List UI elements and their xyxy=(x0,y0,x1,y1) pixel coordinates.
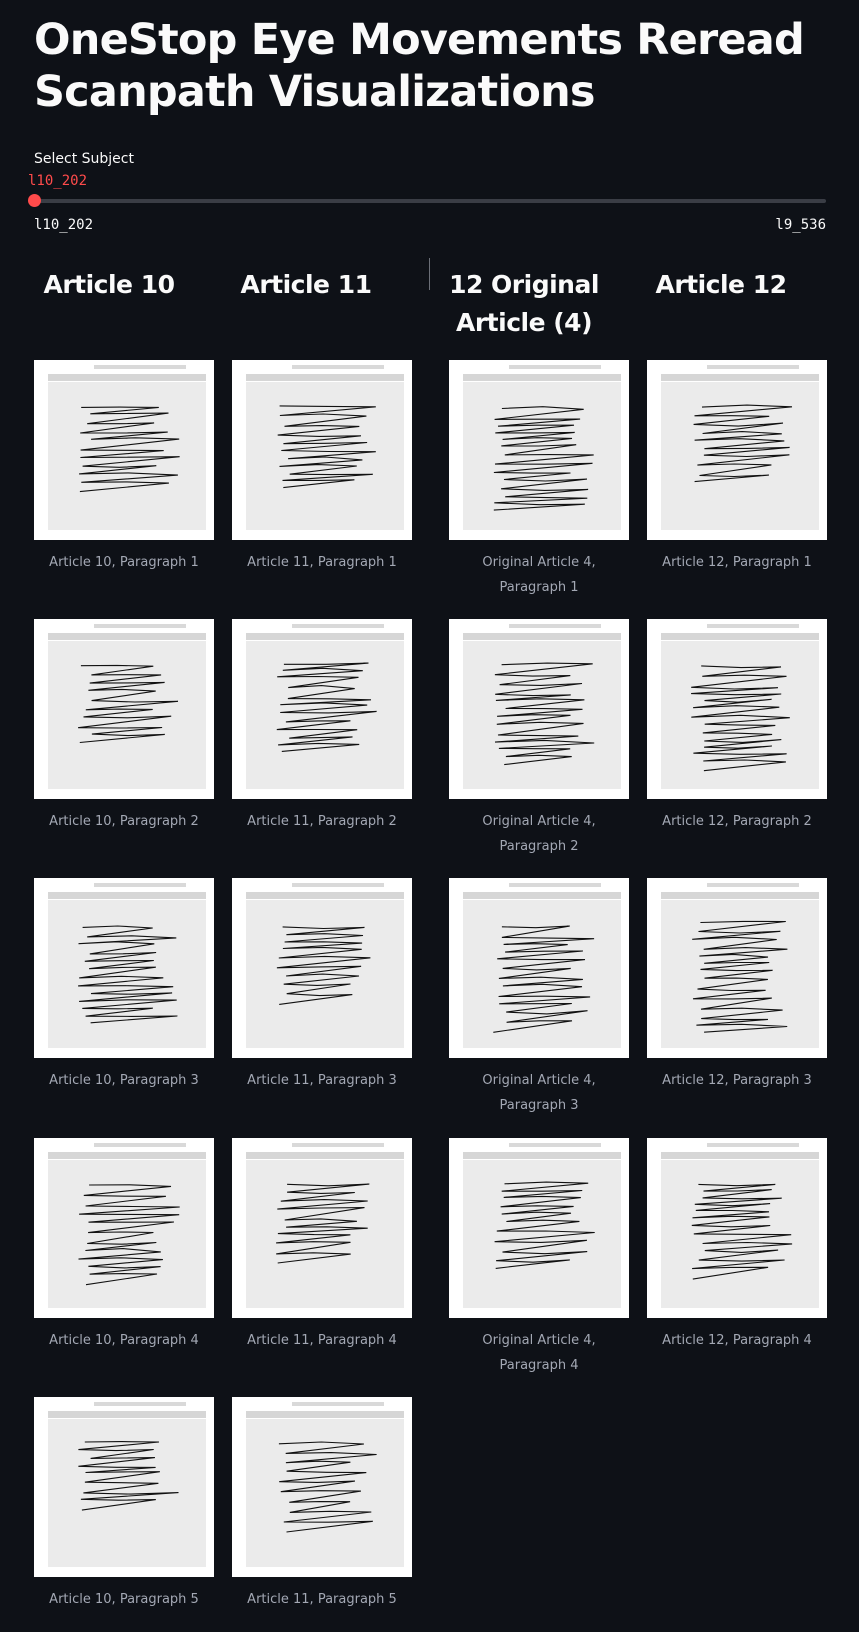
scanpath-image xyxy=(647,1138,827,1318)
scanpath-plot xyxy=(463,365,621,530)
slider-label: Select Subject xyxy=(34,151,134,167)
scanpath-image xyxy=(449,878,629,1058)
page-title: OneStop Eye Movements Reread Scanpath Vi… xyxy=(34,15,805,117)
column-divider xyxy=(429,258,430,290)
scanpath-plot xyxy=(661,1143,819,1308)
scanpath-image xyxy=(232,1138,412,1318)
scanpath-caption: Article 10, Paragraph 4 xyxy=(49,1333,199,1348)
slider-max-label: l9_536 xyxy=(775,217,826,233)
scanpath-image xyxy=(232,878,412,1058)
scanpath-plot xyxy=(463,883,621,1048)
scanpath-plot xyxy=(48,365,206,530)
scanpath-caption: Original Article 4, Paragraph 1 xyxy=(482,555,596,595)
scanpath-image xyxy=(647,360,827,540)
scanpath-caption: Article 12, Paragraph 4 xyxy=(662,1333,812,1348)
scanpath-image xyxy=(647,619,827,799)
column-header-article-10: Article 10 xyxy=(43,270,175,299)
scanpath-plot xyxy=(48,1402,206,1567)
scanpath-image xyxy=(647,878,827,1058)
subject-slider-thumb[interactable] xyxy=(28,194,41,207)
scanpath-plot xyxy=(661,624,819,789)
scanpath-caption: Article 10, Paragraph 2 xyxy=(49,814,199,829)
scanpath-caption: Article 12, Paragraph 3 xyxy=(662,1073,812,1088)
scanpath-caption: Article 12, Paragraph 2 xyxy=(662,814,812,829)
scanpath-plot xyxy=(246,624,404,789)
scanpath-image xyxy=(449,1138,629,1318)
scanpath-caption: Article 11, Paragraph 4 xyxy=(247,1333,397,1348)
scanpath-plot xyxy=(246,883,404,1048)
scanpath-caption: Article 11, Paragraph 3 xyxy=(247,1073,397,1088)
scanpath-plot xyxy=(48,883,206,1048)
scanpath-caption: Article 11, Paragraph 2 xyxy=(247,814,397,829)
scanpath-image xyxy=(232,1397,412,1577)
scanpath-image xyxy=(34,619,214,799)
scanpath-plot xyxy=(246,1402,404,1567)
scanpath-plot xyxy=(661,365,819,530)
column-header-article-12: Article 12 xyxy=(655,270,787,299)
scanpath-image xyxy=(34,1138,214,1318)
slider-min-label: l10_202 xyxy=(34,217,94,233)
scanpath-image xyxy=(232,360,412,540)
scanpath-caption: Original Article 4, Paragraph 4 xyxy=(482,1333,596,1373)
scanpath-plot xyxy=(246,1143,404,1308)
scanpath-image xyxy=(34,360,214,540)
subject-slider-track[interactable] xyxy=(34,199,826,203)
column-header-article-11: Article 11 xyxy=(240,270,372,299)
scanpath-plot xyxy=(463,624,621,789)
scanpath-plot xyxy=(48,624,206,789)
scanpath-image xyxy=(232,619,412,799)
scanpath-image xyxy=(449,619,629,799)
scanpath-caption: Original Article 4, Paragraph 3 xyxy=(482,1073,596,1113)
scanpath-caption: Article 10, Paragraph 5 xyxy=(49,1592,199,1607)
scanpath-plot xyxy=(463,1143,621,1308)
scanpath-caption: Article 12, Paragraph 1 xyxy=(662,555,812,570)
scanpath-caption: Article 11, Paragraph 1 xyxy=(247,555,397,570)
scanpath-plot xyxy=(246,365,404,530)
scanpath-image xyxy=(34,878,214,1058)
scanpath-caption: Original Article 4, Paragraph 2 xyxy=(482,814,596,854)
scanpath-image xyxy=(449,360,629,540)
scanpath-caption: Article 10, Paragraph 3 xyxy=(49,1073,199,1088)
scanpath-caption: Article 10, Paragraph 1 xyxy=(49,555,199,570)
column-header-original-article-4: 12 Original Article (4) xyxy=(449,270,599,337)
scanpath-plot xyxy=(661,883,819,1048)
scanpath-image xyxy=(34,1397,214,1577)
slider-value: l10_202 xyxy=(28,173,88,189)
scanpath-caption: Article 11, Paragraph 5 xyxy=(247,1592,397,1607)
scanpath-plot xyxy=(48,1143,206,1308)
